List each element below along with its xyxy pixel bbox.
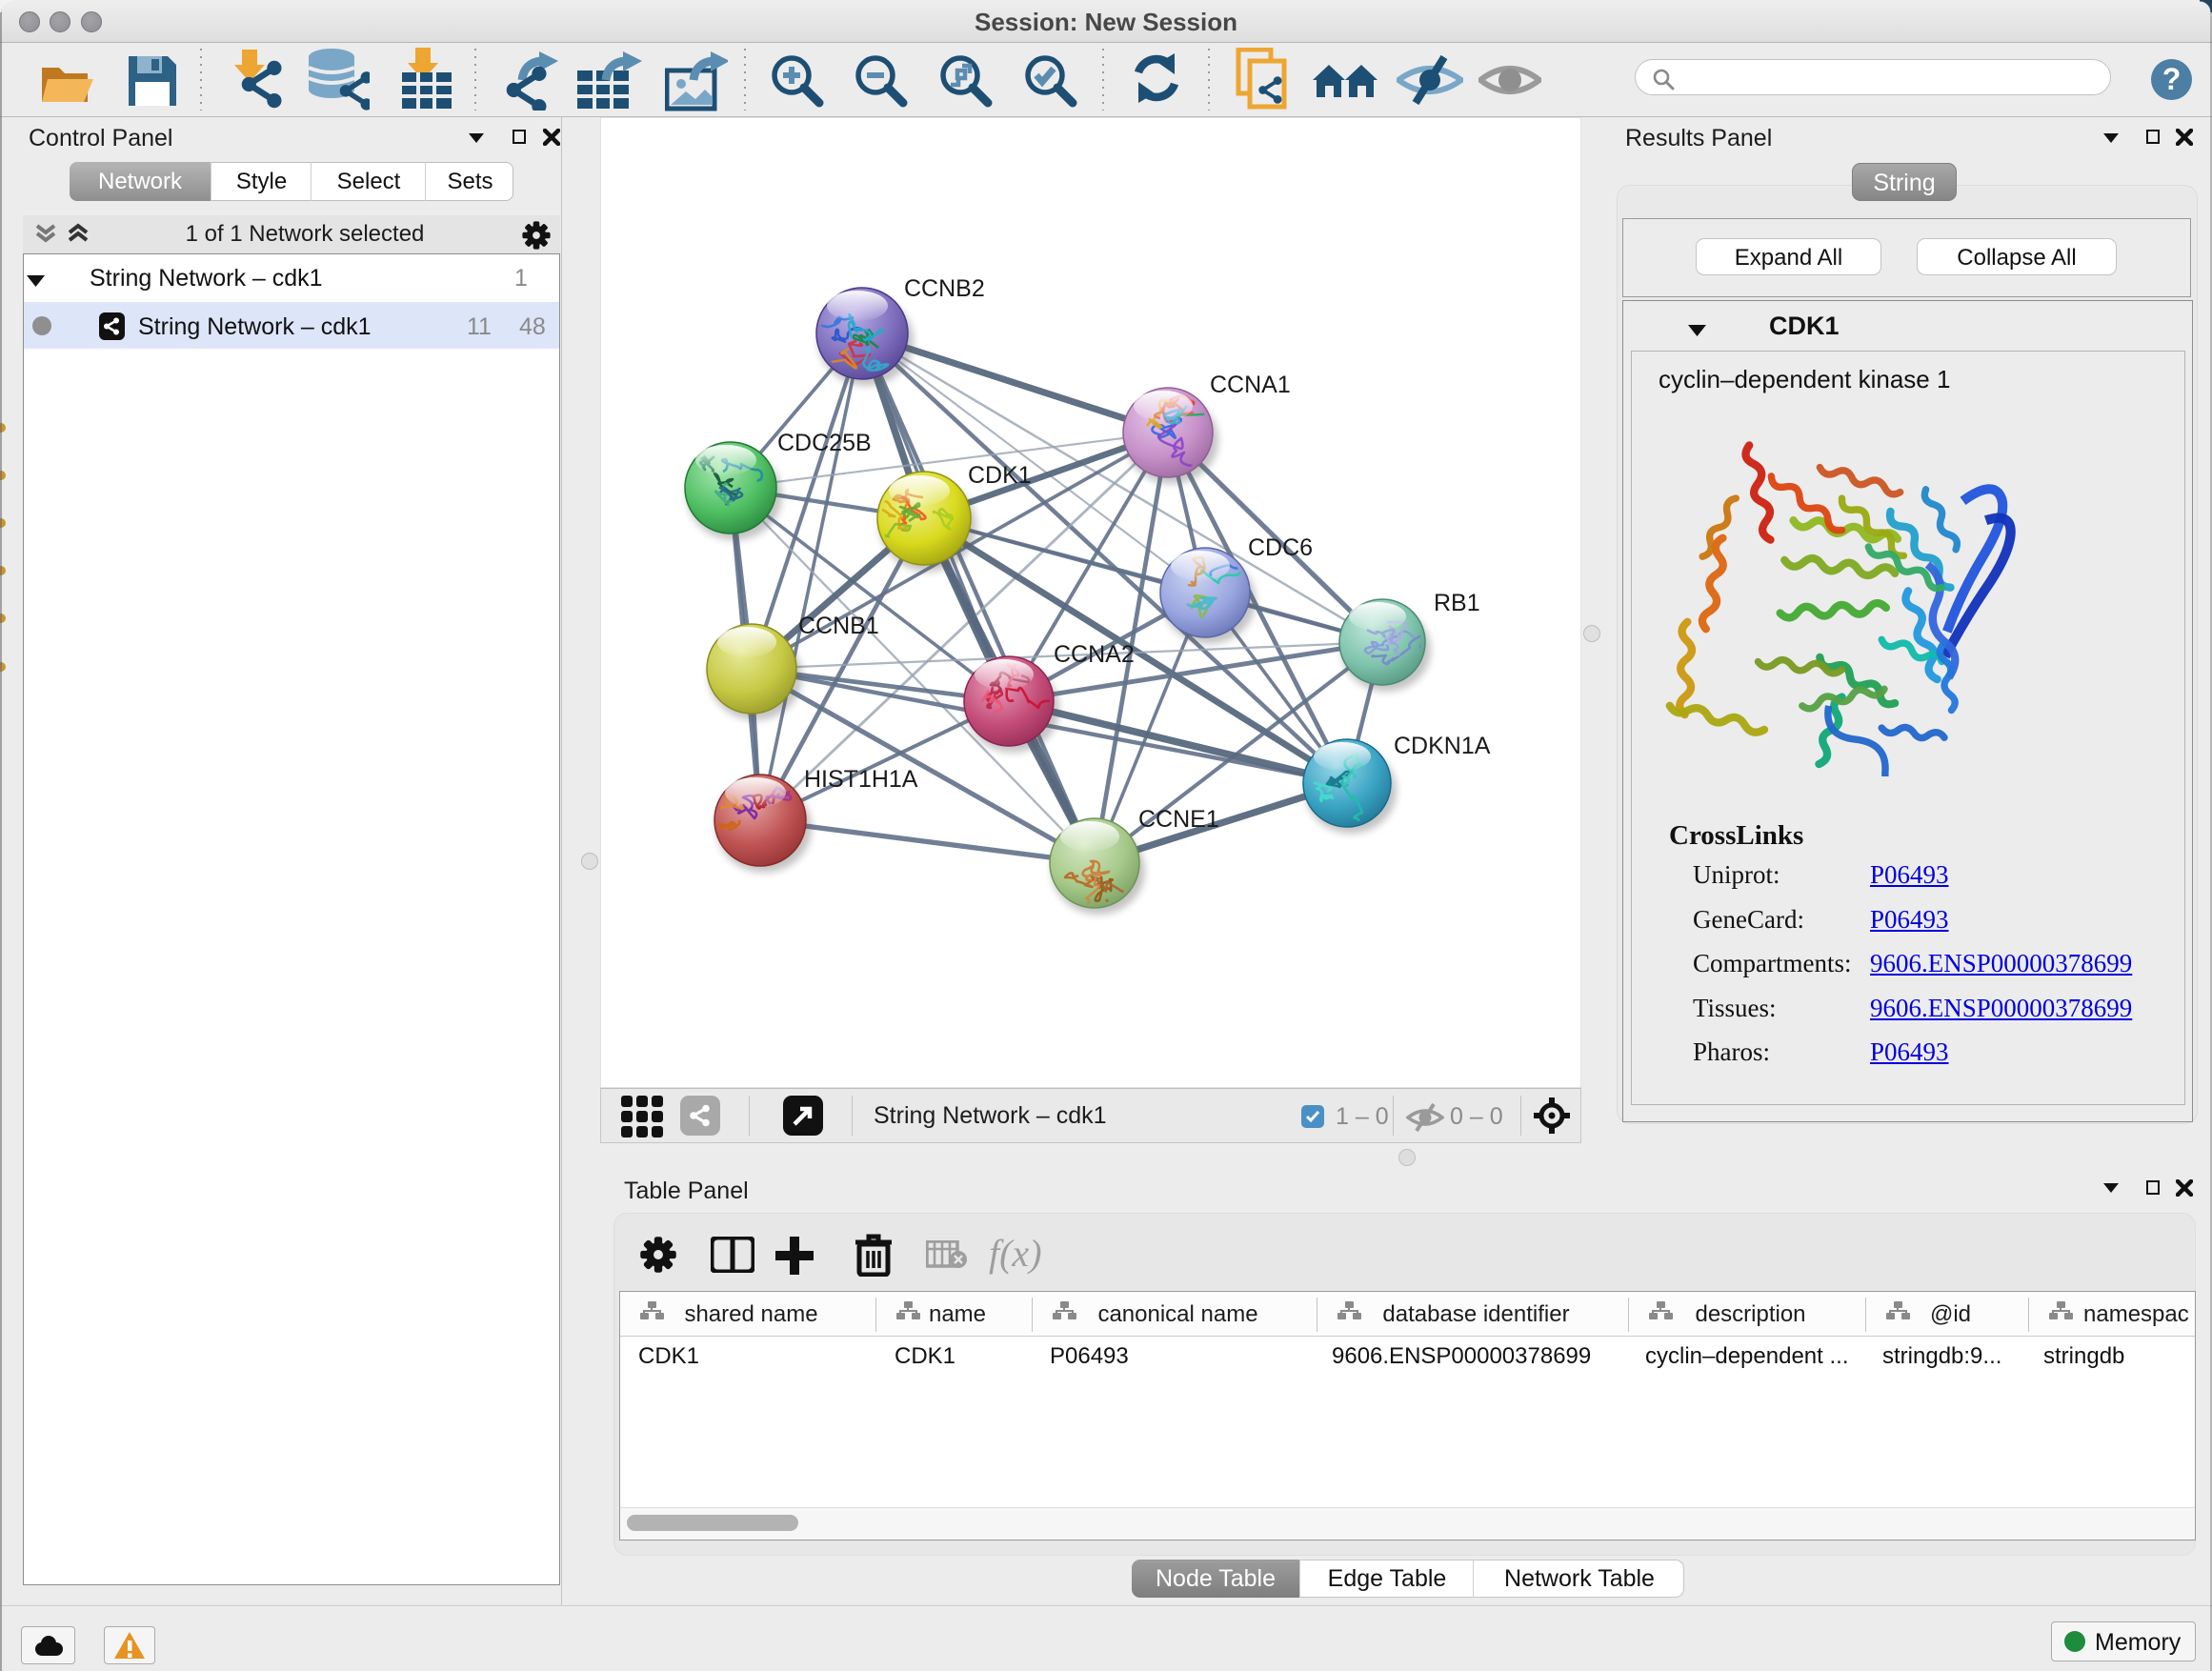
svg-text:CDC25B: CDC25B [777,430,872,456]
svg-text:HIST1H1A: HIST1H1A [804,766,918,793]
svg-text:CDKN1A: CDKN1A [1394,733,1491,759]
svg-text:CCNB1: CCNB1 [798,613,879,639]
svg-text:CCNB2: CCNB2 [904,275,985,302]
svg-text:CCNA2: CCNA2 [1054,641,1135,668]
svg-text:CCNE1: CCNE1 [1138,806,1219,833]
svg-text:CCNA1: CCNA1 [1210,372,1291,398]
svg-text:CDC6: CDC6 [1248,534,1313,561]
svg-text:RB1: RB1 [1434,590,1480,616]
svg-text:CDK1: CDK1 [968,462,1032,489]
